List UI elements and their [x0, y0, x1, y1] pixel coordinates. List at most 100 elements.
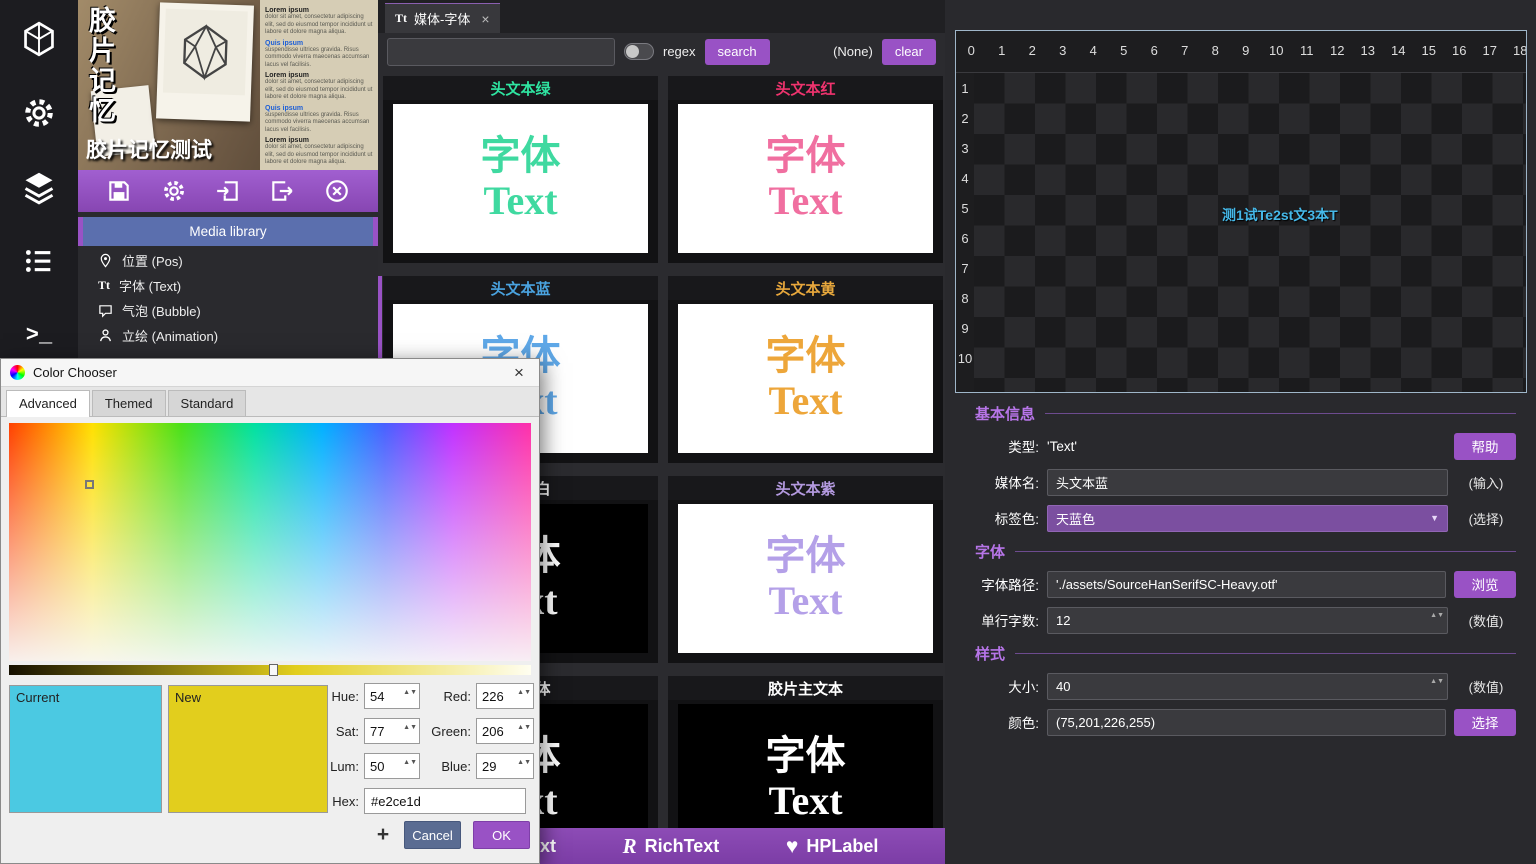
property-row-font-path: 字体路径: './assets/SourceHanSerifSC-Heavy.o…: [975, 566, 1516, 602]
spinner-arrows-icon[interactable]: ▲▼: [403, 723, 417, 732]
media-name-input[interactable]: 头文本蓝: [1047, 469, 1448, 496]
ruler-top-number: 15: [1414, 31, 1445, 72]
canvas-preview-text[interactable]: 测1试Te2st文3本T: [1222, 205, 1338, 225]
polaroid-photo: [156, 2, 254, 121]
person-icon: [98, 328, 113, 343]
import-icon[interactable]: [211, 174, 245, 208]
ruler-top-number: 1: [987, 31, 1018, 72]
media-library-header: Media library: [78, 217, 378, 246]
layers-icon[interactable]: [16, 164, 62, 210]
tab-close-icon[interactable]: ×: [481, 11, 489, 27]
ruler-top-number: 14: [1383, 31, 1414, 72]
toggle-knob: [626, 45, 639, 58]
ok-button[interactable]: OK: [473, 821, 530, 849]
color-wheel-icon: [10, 365, 25, 380]
export-icon[interactable]: [265, 174, 299, 208]
gradient-marker[interactable]: [85, 480, 94, 489]
font-path-input[interactable]: './assets/SourceHanSerifSC-Heavy.otf': [1047, 571, 1446, 598]
tag-color-label: 标签色:: [975, 508, 1039, 528]
regex-toggle[interactable]: [624, 43, 654, 60]
clear-button[interactable]: clear: [882, 39, 936, 65]
tab-standard[interactable]: Standard: [168, 390, 247, 416]
font-path-label: 字体路径:: [975, 574, 1039, 594]
add-color-button[interactable]: +: [373, 821, 393, 849]
tab-media-font[interactable]: Tt 媒体-字体 ×: [385, 3, 500, 33]
media-card[interactable]: 头文本绿 字体Text: [383, 76, 658, 263]
library-item-text[interactable]: Tt 字体 (Text): [78, 273, 378, 298]
media-card[interactable]: 头文本紫 字体Text: [668, 476, 943, 663]
ruler-left-number: 5: [956, 193, 974, 223]
project-thumbnail[interactable]: 胶片记忆 胶片记忆测试 Lorem ipsum dolor sit amet, …: [78, 0, 378, 170]
ruler-left-number: 2: [956, 103, 974, 133]
size-spinner[interactable]: 40 ▲▼: [1047, 673, 1448, 700]
media-card[interactable]: 头文本红 字体Text: [668, 76, 943, 263]
media-card[interactable]: 头文本黄 字体Text: [668, 276, 943, 463]
red-spinner[interactable]: 226▲▼: [476, 683, 534, 709]
new-label: New: [175, 690, 201, 705]
ruler-top-number: 8: [1200, 31, 1231, 72]
rich-text-icon: R: [623, 834, 637, 859]
help-button[interactable]: 帮助: [1454, 433, 1516, 460]
hue-spinner[interactable]: 54▲▼: [364, 683, 420, 709]
ruler-top-number: 2: [1017, 31, 1048, 72]
luminance-slider[interactable]: [9, 665, 531, 675]
type-label: 类型:: [975, 436, 1039, 456]
property-row-size: 大小: 40 ▲▼ (数值): [975, 668, 1516, 704]
size-label: 大小:: [975, 676, 1039, 696]
list-icon[interactable]: [16, 238, 62, 284]
cancel-button[interactable]: Cancel: [404, 821, 461, 849]
browse-button[interactable]: 浏览: [1454, 571, 1516, 598]
media-card[interactable]: 胶片主文本 字体Text: [668, 676, 943, 828]
line-chars-spinner[interactable]: 12 ▲▼: [1047, 607, 1448, 634]
library-item-animation[interactable]: 立绘 (Animation): [78, 323, 378, 348]
spinner-arrows-icon[interactable]: ▲▼: [1430, 611, 1444, 620]
spinner-arrows-icon[interactable]: ▲▼: [403, 758, 417, 767]
close-circle-icon[interactable]: [320, 174, 354, 208]
blue-spinner[interactable]: 29▲▼: [476, 753, 534, 779]
spinner-arrows-icon[interactable]: ▲▼: [1430, 677, 1444, 686]
new-color-swatch: New: [168, 685, 328, 813]
ruler-left-number: 3: [956, 133, 974, 163]
dialog-tab-bar: Advanced Themed Standard: [1, 387, 539, 417]
library-item-bubble[interactable]: 气泡 (Bubble): [78, 298, 378, 323]
ruler-top-number: 3: [1048, 31, 1079, 72]
ruler-left-number: 4: [956, 163, 974, 193]
spinner-arrows-icon[interactable]: ▲▼: [517, 723, 531, 732]
save-icon[interactable]: [102, 174, 136, 208]
hplabel-button[interactable]: ♥ HPLabel: [786, 834, 879, 859]
dialog-title-bar[interactable]: Color Chooser ×: [1, 359, 539, 387]
library-item-position[interactable]: 位置 (Pos): [78, 248, 378, 273]
settings-icon[interactable]: [16, 90, 62, 136]
ruler-top-number: 10: [1261, 31, 1292, 72]
sat-spinner[interactable]: 77▲▼: [364, 718, 420, 744]
library-item-label: 气泡 (Bubble): [122, 301, 201, 320]
tab-themed[interactable]: Themed: [92, 390, 166, 416]
gear-icon[interactable]: [157, 174, 191, 208]
dialog-close-icon[interactable]: ×: [508, 363, 530, 383]
rich-text-button[interactable]: R RichText: [623, 834, 720, 859]
search-button[interactable]: search: [705, 39, 770, 65]
hex-input[interactable]: #e2ce1d: [364, 788, 526, 814]
color-gradient-picker[interactable]: [9, 423, 531, 661]
spinner-arrows-icon[interactable]: ▲▼: [517, 758, 531, 767]
spinner-arrows-icon[interactable]: ▲▼: [403, 688, 417, 697]
slider-handle[interactable]: [269, 664, 278, 676]
app-logo-icon[interactable]: [16, 16, 62, 62]
color-value-input[interactable]: (75,201,226,255): [1047, 709, 1446, 736]
green-spinner[interactable]: 206▲▼: [476, 718, 534, 744]
pick-color-button[interactable]: 选择: [1454, 709, 1516, 736]
canvas-checkerboard[interactable]: 测1试Te2st文3本T: [974, 73, 1526, 392]
terminal-icon[interactable]: >_: [16, 312, 62, 358]
lum-label: Lum:: [329, 759, 359, 774]
search-input[interactable]: [387, 38, 615, 66]
card-title: 头文本绿: [383, 76, 658, 100]
card-preview: 字体Text: [393, 104, 648, 253]
green-label: Green:: [425, 724, 471, 739]
preview-canvas[interactable]: 0123456789101112131415161718 12345678910…: [955, 30, 1527, 393]
tag-color-dropdown[interactable]: 天蓝色 ▼: [1047, 505, 1448, 532]
spinner-arrows-icon[interactable]: ▲▼: [517, 688, 531, 697]
ruler-top-number: 7: [1170, 31, 1201, 72]
bubble-icon: [98, 303, 113, 318]
tab-advanced[interactable]: Advanced: [6, 390, 90, 417]
lum-spinner[interactable]: 50▲▼: [364, 753, 420, 779]
